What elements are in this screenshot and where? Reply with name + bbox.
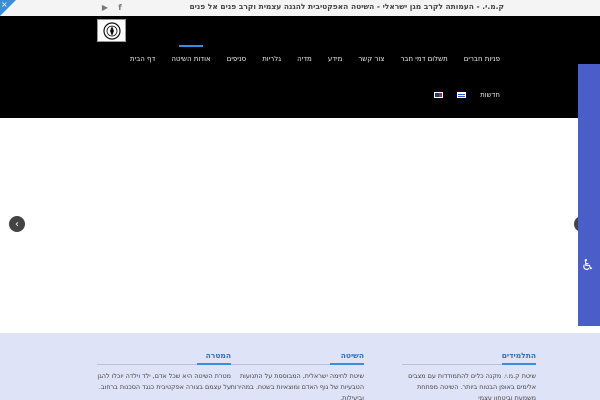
divider	[230, 363, 364, 365]
info-section: התלמידים שיטת ק.מ.י. מקנה כלים להתמודדות…	[0, 333, 600, 400]
hebrew-flag-icon[interactable]	[457, 92, 467, 98]
nav-item-member-requests[interactable]: פניות חברים	[464, 55, 500, 63]
hero-slider: ‹	[0, 118, 600, 333]
nav-item-branches[interactable]: סניפים	[227, 55, 247, 63]
column-title: השיטה	[340, 351, 364, 360]
nav-item-media[interactable]: מדיה	[297, 55, 312, 63]
chevron-left-icon: ‹	[15, 218, 19, 230]
nav-item-about[interactable]: אודות השיטה	[171, 55, 210, 63]
nav-item-news[interactable]: חדשות	[480, 91, 500, 99]
emblem-icon	[102, 21, 121, 40]
column-text: שיטת לחימה ישראלית, המבוססת על התנועות ה…	[230, 372, 364, 400]
nav-item-info[interactable]: מידע	[328, 55, 343, 63]
column-text: מטרת השיטה היא שכל אדם, ילד וילדה יוכלו …	[97, 372, 231, 391]
nav-item-contact[interactable]: צור קשר	[358, 55, 384, 63]
column-title: התלמידים	[501, 351, 536, 360]
nav-item-home[interactable]: דף הבית	[130, 55, 155, 63]
youtube-icon[interactable]: ▶	[99, 2, 111, 13]
english-flag-icon[interactable]	[434, 92, 444, 98]
column-method: השיטה שיטת לחימה ישראלית, המבוססת על התנ…	[230, 351, 364, 400]
nav-item-membership-payment[interactable]: תשלום דמי חבר	[400, 55, 447, 63]
site-header: דף הבית אודות השיטה סניפים גלריות מדיה מ…	[0, 16, 600, 118]
site-logo[interactable]	[97, 19, 126, 42]
nav-item-galleries[interactable]: גלריות	[262, 55, 281, 63]
divider	[402, 363, 536, 365]
column-students: התלמידים שיטת ק.מ.י. מקנה כלים להתמודדות…	[402, 351, 536, 400]
divider	[97, 363, 231, 365]
column-goal: המטרה מטרת השיטה היא שכל אדם, ילד וילדה …	[97, 351, 231, 393]
accessibility-tab[interactable]: ♿	[578, 64, 600, 326]
close-icon[interactable]: ×	[1, 0, 8, 9]
column-text: שיטת ק.מ.י. מקנה כלים להתמודדות עם מצבים…	[408, 372, 536, 400]
facebook-icon[interactable]: f	[114, 2, 126, 13]
site-tagline: ק.מ.י. - העמותה לקרב מגן ישראלי - השיטה …	[189, 2, 504, 11]
secondary-nav: חדשות	[420, 91, 500, 99]
main-nav: דף הבית אודות השיטה סניפים גלריות מדיה מ…	[114, 50, 500, 68]
slider-prev-button[interactable]: ‹	[9, 216, 25, 232]
wheelchair-icon: ♿	[581, 256, 595, 274]
column-title: המטרה	[205, 351, 231, 360]
top-bar: × f ▶ ק.מ.י. - העמותה לקרב מגן ישראלי - …	[0, 0, 600, 16]
